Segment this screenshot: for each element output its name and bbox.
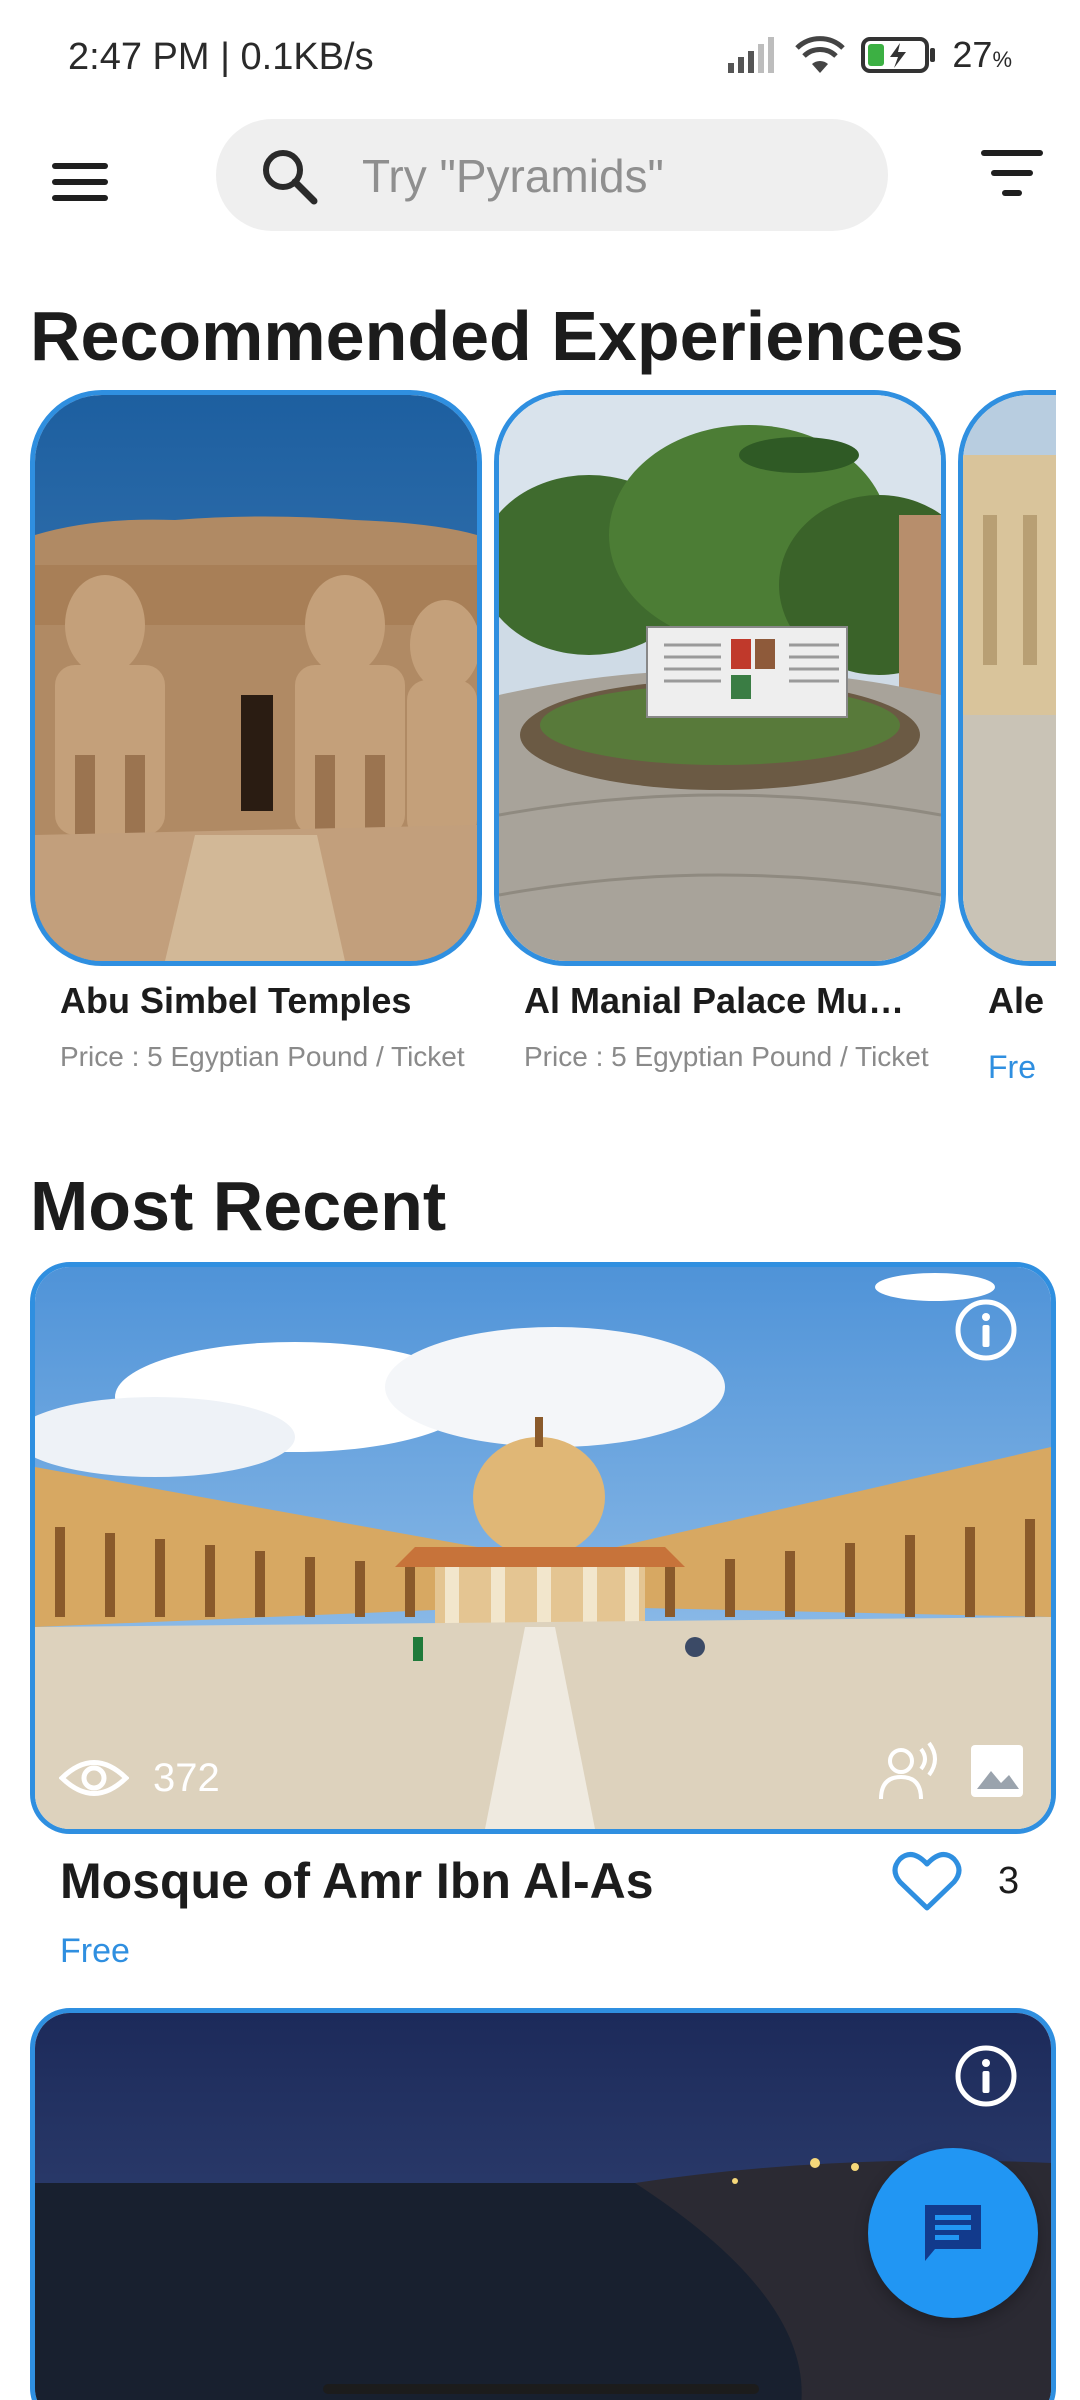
recommended-card-title: Abu Simbel Temples bbox=[60, 980, 412, 1021]
recommended-card[interactable]: Abu Simbel Temples Price : 5 Egyptian Po… bbox=[30, 390, 482, 1072]
like-count: 3 bbox=[998, 1860, 1020, 1902]
building-photo bbox=[963, 395, 1056, 961]
recommended-card[interactable]: Ale Fre bbox=[958, 390, 1056, 1084]
recommended-card-title: Al Manial Palace Mu… bbox=[524, 980, 905, 1021]
recommended-card[interactable]: Al Manial Palace Mu… Price : 5 Egyptian … bbox=[494, 390, 946, 1072]
recommended-section-title: Recommended Experiences bbox=[30, 297, 964, 375]
chat-fab-button[interactable] bbox=[868, 2148, 1038, 2318]
filter-icon bbox=[981, 150, 1043, 156]
status-bar: 2:47 PM | 0.1KB/s 27% bbox=[0, 0, 1080, 120]
wifi-icon bbox=[795, 36, 846, 73]
media-badges bbox=[877, 1741, 1025, 1801]
home-indicator[interactable] bbox=[323, 2384, 759, 2394]
gallery-icon bbox=[971, 1745, 1023, 1797]
info-icon[interactable] bbox=[953, 2043, 1019, 2109]
battery-percent: 27% bbox=[952, 34, 1012, 75]
recommended-card-price: Fre bbox=[988, 1049, 1036, 1085]
recommended-card-title: Ale bbox=[988, 980, 1045, 1021]
recommended-card-image[interactable] bbox=[30, 390, 482, 966]
menu-button[interactable] bbox=[52, 150, 116, 214]
recommended-card-image[interactable] bbox=[958, 390, 1056, 966]
eye-icon bbox=[59, 1760, 129, 1796]
filter-button[interactable] bbox=[976, 150, 1048, 200]
info-icon[interactable] bbox=[953, 1297, 1019, 1363]
recent-card-price: Free bbox=[60, 1932, 130, 1970]
status-icons: 27% bbox=[726, 34, 1012, 76]
heart-icon[interactable] bbox=[892, 1850, 962, 1912]
chat-icon bbox=[925, 2205, 981, 2261]
views-indicator: 372 bbox=[59, 1755, 220, 1801]
views-count: 372 bbox=[153, 1755, 220, 1800]
recommended-card-image[interactable] bbox=[494, 390, 946, 966]
recent-card-image[interactable]: 372 bbox=[30, 1262, 1056, 1834]
status-time: 2:47 PM | 0.1KB/s bbox=[68, 36, 374, 78]
abu-simbel-photo bbox=[35, 395, 477, 961]
manial-palace-photo bbox=[499, 395, 941, 961]
recent-card-title: Mosque of Amr Ibn Al-As bbox=[60, 1853, 654, 1909]
signal-icon bbox=[728, 37, 775, 73]
recommended-card-price: Price : 5 Egyptian Pound / Ticket bbox=[60, 1041, 465, 1072]
search-bar[interactable]: Try "Pyramids" bbox=[216, 119, 888, 231]
hamburger-menu-icon bbox=[52, 163, 108, 169]
audio-guide-icon bbox=[879, 1741, 937, 1800]
recommended-card-price: Price : 5 Egyptian Pound / Ticket bbox=[524, 1041, 929, 1072]
most-recent-section-title: Most Recent bbox=[30, 1167, 447, 1245]
search-icon bbox=[263, 150, 318, 205]
screen: 2:47 PM | 0.1KB/s 27% Try "Pyramids" Rec… bbox=[0, 0, 1080, 2400]
battery-charging-icon bbox=[861, 37, 936, 73]
search-input[interactable]: Try "Pyramids" bbox=[362, 149, 664, 203]
recommended-carousel[interactable]: Abu Simbel Temples Price : 5 Egyptian Po… bbox=[0, 390, 1056, 1120]
